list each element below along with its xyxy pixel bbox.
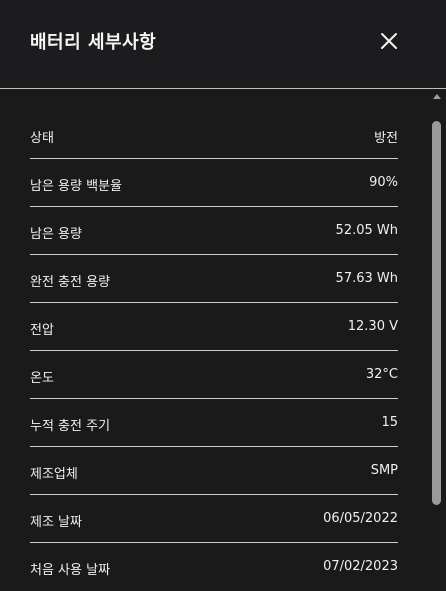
vertical-scrollbar[interactable] — [430, 89, 444, 591]
detail-row-full-charge-capacity: 완전 충전 용량 57.63 Wh — [30, 255, 398, 303]
close-icon — [381, 33, 397, 49]
detail-label: 완전 충전 용량 — [30, 275, 111, 290]
detail-value: 07/02/2023 — [323, 559, 398, 574]
detail-label: 처음 사용 날짜 — [30, 563, 111, 578]
detail-row-remaining-capacity: 남은 용량 52.05 Wh — [30, 207, 398, 255]
detail-value: 06/05/2022 — [323, 511, 398, 526]
scroll-up-arrow-icon[interactable] — [433, 94, 441, 99]
detail-row-temperature: 온도 32°C — [30, 351, 398, 399]
detail-row-voltage: 전압 12.30 V — [30, 303, 398, 351]
detail-value: 12.30 V — [347, 319, 398, 334]
detail-label: 남은 용량 백분율 — [30, 179, 122, 194]
details-rows: 상태 방전 남은 용량 백분율 90% 남은 용량 52.05 Wh 완전 충전… — [30, 111, 398, 591]
detail-row-cycle-count: 누적 충전 주기 15 — [30, 399, 398, 447]
detail-row-remaining-percent: 남은 용량 백분율 90% — [30, 159, 398, 207]
detail-label: 상태 — [30, 131, 54, 146]
detail-label: 온도 — [30, 371, 54, 386]
detail-value: SMP — [370, 463, 398, 478]
scrollbar-thumb[interactable] — [432, 121, 441, 505]
detail-value: 52.05 Wh — [335, 223, 398, 238]
detail-label: 제조 날짜 — [30, 515, 82, 530]
detail-label: 남은 용량 — [30, 227, 82, 242]
detail-label: 누적 충전 주기 — [30, 419, 111, 434]
detail-label: 전압 — [30, 323, 54, 338]
dialog-header: 배터리 세부사항 — [0, 0, 446, 88]
detail-row-manufacture-date: 제조 날짜 06/05/2022 — [30, 495, 398, 543]
detail-row-status: 상태 방전 — [30, 111, 398, 159]
detail-row-first-use-date: 처음 사용 날짜 07/02/2023 — [30, 543, 398, 591]
close-button[interactable] — [376, 28, 402, 54]
detail-value: 15 — [381, 415, 398, 430]
detail-value: 방전 — [374, 131, 398, 146]
battery-details-list: 상태 방전 남은 용량 백분율 90% 남은 용량 52.05 Wh 완전 충전… — [0, 89, 446, 591]
dialog-title: 배터리 세부사항 — [30, 32, 157, 53]
detail-row-manufacturer: 제조업체 SMP — [30, 447, 398, 495]
detail-value: 32°C — [365, 367, 398, 382]
detail-value: 90% — [369, 175, 398, 190]
detail-label: 제조업체 — [30, 467, 78, 482]
detail-value: 57.63 Wh — [335, 271, 398, 286]
